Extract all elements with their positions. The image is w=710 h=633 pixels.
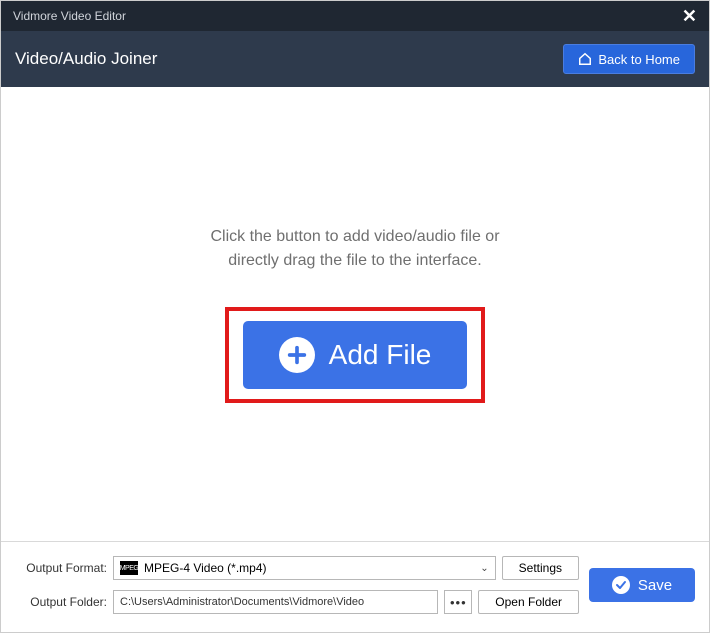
instruction-line-2: directly drag the file to the interface. [210,249,499,273]
home-icon [578,52,592,66]
bottom-bar: Output Format: MPEG MPEG-4 Video (*.mp4)… [1,541,709,632]
plus-icon [279,337,315,373]
settings-button[interactable]: Settings [502,556,579,580]
drop-zone[interactable]: Click the button to add video/audio file… [1,87,709,541]
output-folder-row: Output Folder: ••• Open Folder [15,590,579,614]
add-file-label: Add File [329,339,432,371]
check-icon [612,576,630,594]
subheader: Video/Audio Joiner Back to Home [1,31,709,87]
chevron-down-icon: ⌄ [480,563,488,574]
instruction-line-1: Click the button to add video/audio file… [210,225,499,249]
close-icon[interactable]: ✕ [682,7,697,25]
browse-folder-button[interactable]: ••• [444,590,472,614]
output-rows: Output Format: MPEG MPEG-4 Video (*.mp4)… [15,556,579,614]
back-to-home-button[interactable]: Back to Home [563,44,695,74]
save-button[interactable]: Save [589,568,695,602]
output-format-label: Output Format: [15,561,107,575]
instruction-text: Click the button to add video/audio file… [210,225,499,273]
output-folder-input[interactable] [113,590,438,614]
app-title: Vidmore Video Editor [13,9,126,23]
page-title: Video/Audio Joiner [15,49,157,69]
output-folder-label: Output Folder: [15,595,107,609]
output-format-value: MPEG-4 Video (*.mp4) [144,561,267,575]
output-format-row: Output Format: MPEG MPEG-4 Video (*.mp4)… [15,556,579,580]
output-format-select[interactable]: MPEG MPEG-4 Video (*.mp4) ⌄ [113,556,496,580]
back-to-home-label: Back to Home [598,52,680,67]
app-window: Vidmore Video Editor ✕ Video/Audio Joine… [0,0,710,633]
open-folder-button[interactable]: Open Folder [478,590,579,614]
titlebar: Vidmore Video Editor ✕ [1,1,709,31]
save-label: Save [638,577,672,594]
mpeg-icon: MPEG [120,561,138,575]
highlight-annotation: Add File [225,307,486,403]
add-file-button[interactable]: Add File [243,321,468,389]
